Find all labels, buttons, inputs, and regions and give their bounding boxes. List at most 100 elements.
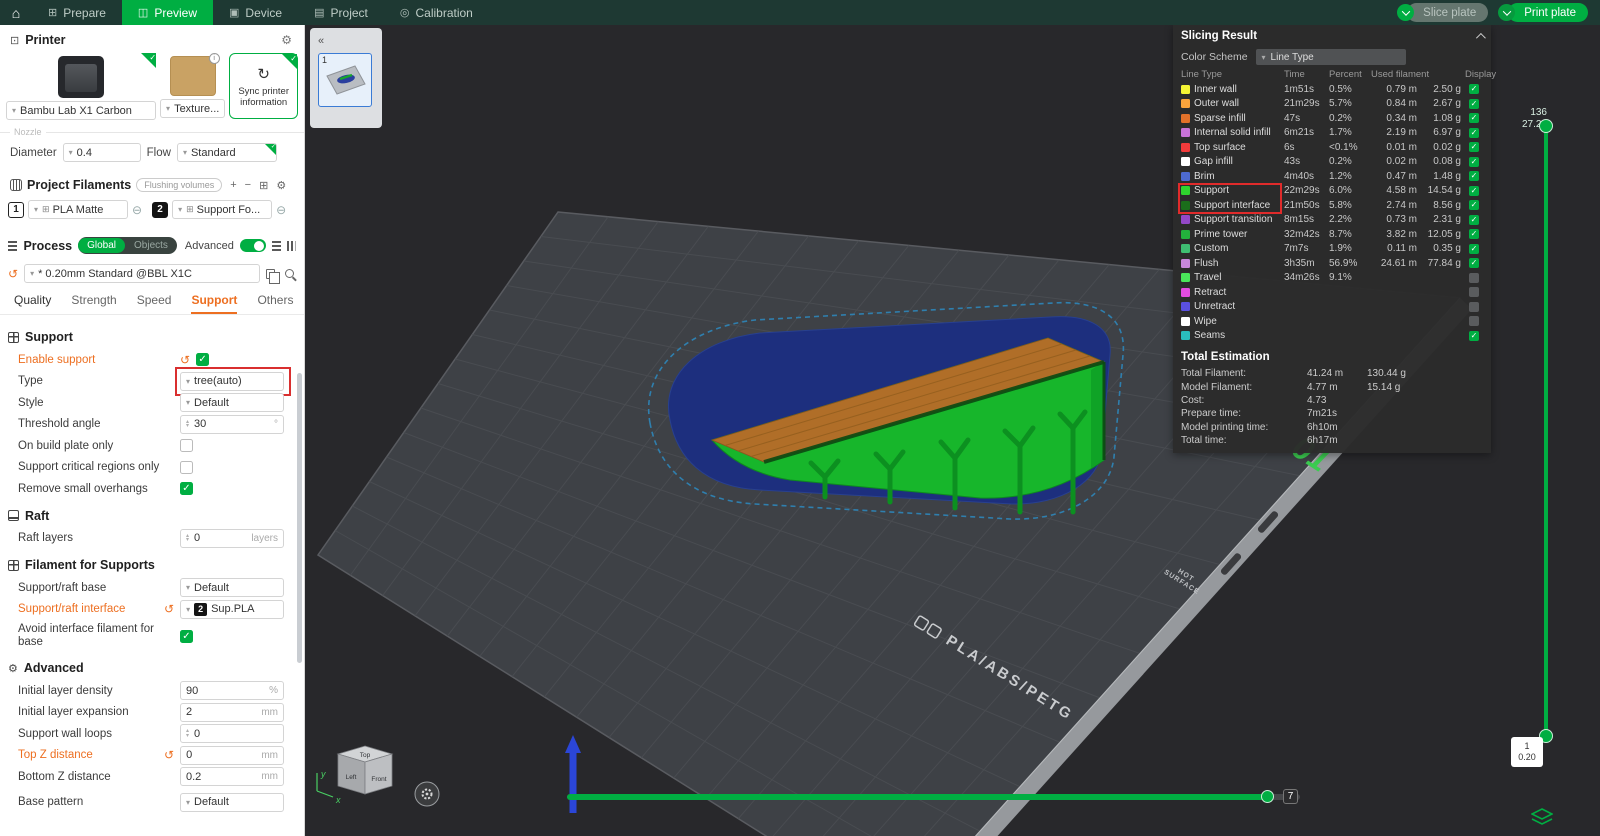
viewport-settings-button[interactable]	[415, 782, 439, 806]
settings-scrollbar[interactable]	[297, 373, 302, 663]
search-settings-icon[interactable]	[285, 269, 294, 278]
moves-slider-handle[interactable]	[1261, 790, 1274, 803]
enable-support-reset-icon[interactable]: ↺	[180, 353, 190, 367]
display-checkbox[interactable]	[1469, 215, 1479, 225]
printer-select-card[interactable]: Bambu Lab X1 Carbon	[6, 53, 156, 120]
support-interface-reset-icon[interactable]: ↺	[164, 602, 174, 616]
filament-2-dropdown[interactable]: ⊞Support Fo...	[172, 200, 272, 219]
spinner-arrows-icon[interactable]	[186, 420, 189, 429]
tab-support[interactable]: Support	[191, 293, 237, 314]
view-list-icon[interactable]	[272, 241, 281, 251]
remove-filament-icon[interactable]: −	[245, 179, 251, 191]
tune-icon[interactable]	[287, 241, 296, 251]
printer-settings-icon[interactable]: ⚙	[281, 33, 292, 47]
tab-quality[interactable]: Quality	[14, 293, 51, 314]
support-base-dropdown[interactable]: Default	[180, 578, 284, 597]
display-checkbox[interactable]	[1469, 258, 1479, 268]
support-interface-dropdown[interactable]: 2Sup.PLA	[180, 600, 284, 619]
initial-expansion-input[interactable]: 2mm	[180, 703, 284, 722]
top-z-reset-icon[interactable]: ↺	[164, 748, 174, 762]
critical-regions-checkbox[interactable]	[180, 461, 193, 474]
wall-loops-spinner[interactable]: 0	[180, 724, 284, 743]
global-objects-toggle[interactable]: Global Objects	[78, 237, 177, 254]
tab-strength[interactable]: Strength	[71, 293, 116, 314]
plate-info-icon[interactable]	[209, 53, 220, 64]
save-preset-icon[interactable]	[266, 269, 275, 279]
spinner-arrows-icon[interactable]	[186, 534, 189, 543]
spinner-arrows-icon[interactable]	[186, 729, 189, 738]
display-checkbox[interactable]	[1469, 302, 1479, 312]
moves-slider-track[interactable]	[567, 794, 1300, 800]
filament-grid-icon[interactable]: ⊞	[259, 179, 268, 192]
filament-2-remove-icon[interactable]: ⊖	[276, 203, 286, 217]
bottom-z-unit: mm	[261, 771, 278, 782]
gizmo-front-label[interactable]: Front	[371, 776, 386, 783]
flow-dropdown[interactable]: Standard	[177, 143, 277, 162]
plate-type-dropdown[interactable]: Texture...	[160, 99, 225, 118]
plate-type-card[interactable]: Texture...	[160, 53, 225, 120]
flushing-volumes-button[interactable]: Flushing volumes	[136, 178, 222, 192]
tab-others[interactable]: Others	[257, 293, 293, 314]
filament-settings-icon[interactable]: ⚙	[276, 179, 286, 192]
display-checkbox[interactable]	[1469, 244, 1479, 254]
enable-support-checkbox[interactable]	[196, 353, 209, 366]
layer-slider: 13627.20 10.20	[1485, 85, 1600, 836]
home-button[interactable]: ⌂	[0, 0, 32, 25]
preset-reset-icon[interactable]: ↺	[8, 267, 18, 281]
tab-project[interactable]: ▤Project	[298, 0, 384, 25]
raft-layers-spinner[interactable]: 0layers	[180, 529, 284, 548]
gizmo-left-label[interactable]: Left	[346, 774, 357, 781]
objects-segment[interactable]: Objects	[125, 238, 177, 253]
layer-slider-top-handle[interactable]	[1539, 119, 1553, 133]
filament-1-dropdown[interactable]: ⊞PLA Matte	[28, 200, 128, 219]
display-checkbox[interactable]	[1469, 171, 1479, 181]
display-checkbox[interactable]	[1469, 200, 1479, 210]
gizmo-top-label[interactable]: Top	[360, 752, 371, 759]
display-checkbox[interactable]	[1469, 142, 1479, 152]
advanced-toggle[interactable]	[240, 239, 266, 252]
display-checkbox[interactable]	[1469, 84, 1479, 94]
on-build-plate-checkbox[interactable]	[180, 439, 193, 452]
tab-speed[interactable]: Speed	[137, 293, 172, 314]
display-checkbox[interactable]	[1469, 113, 1479, 123]
display-checkbox[interactable]	[1469, 273, 1479, 283]
diameter-dropdown[interactable]: 0.4	[63, 143, 141, 162]
avoid-interface-checkbox[interactable]	[180, 630, 193, 643]
filament-1-remove-icon[interactable]: ⊖	[132, 203, 142, 217]
display-checkbox[interactable]	[1469, 287, 1479, 297]
slice-plate-button[interactable]: Slice plate	[1407, 3, 1488, 22]
display-checkbox[interactable]	[1469, 99, 1479, 109]
collapse-plate-list-icon[interactable]: «	[318, 35, 324, 47]
tab-calibration[interactable]: ◎Calibration	[384, 0, 489, 25]
threshold-angle-spinner[interactable]: 30°	[180, 415, 284, 434]
support-type-dropdown[interactable]: tree(auto)	[180, 372, 284, 391]
preset-dropdown[interactable]: * 0.20mm Standard @BBL X1C	[24, 264, 260, 283]
add-filament-icon[interactable]: +	[230, 179, 236, 191]
display-checkbox[interactable]	[1469, 128, 1479, 138]
base-pattern-dropdown[interactable]: Default	[180, 793, 284, 812]
display-checkbox[interactable]	[1469, 157, 1479, 167]
print-plate-button[interactable]: Print plate	[1508, 3, 1588, 22]
tab-preview[interactable]: ◫Preview	[122, 0, 213, 25]
display-checkbox[interactable]	[1469, 186, 1479, 196]
top-z-input[interactable]: 0mm	[180, 746, 284, 765]
support-style-dropdown[interactable]: Default	[180, 393, 284, 412]
display-checkbox[interactable]	[1469, 229, 1479, 239]
initial-density-input[interactable]: 90%	[180, 681, 284, 700]
viewport-3d[interactable]: 01 PLA/ABS/PETG HOT SURFACE y x	[305, 25, 1600, 836]
sync-printer-button[interactable]: ↻ Sync printer information	[229, 53, 298, 119]
layers-icon[interactable]	[1531, 808, 1553, 831]
collapse-panel-icon[interactable]	[1476, 32, 1486, 42]
layer-slider-track[interactable]	[1544, 127, 1548, 734]
tab-prepare[interactable]: ⊞Prepare	[32, 0, 122, 25]
remove-overhangs-checkbox[interactable]	[180, 482, 193, 495]
tab-device[interactable]: ▣Device	[213, 0, 298, 25]
bottom-z-input[interactable]: 0.2mm	[180, 767, 284, 786]
printer-name-dropdown[interactable]: Bambu Lab X1 Carbon	[6, 101, 156, 120]
global-segment[interactable]: Global	[78, 238, 125, 253]
display-checkbox[interactable]	[1469, 316, 1479, 326]
advanced-label: Advanced	[185, 240, 234, 252]
display-checkbox[interactable]	[1469, 331, 1479, 341]
color-scheme-dropdown[interactable]: Line Type	[1256, 49, 1406, 65]
plate-thumbnail[interactable]: 1	[318, 53, 372, 107]
